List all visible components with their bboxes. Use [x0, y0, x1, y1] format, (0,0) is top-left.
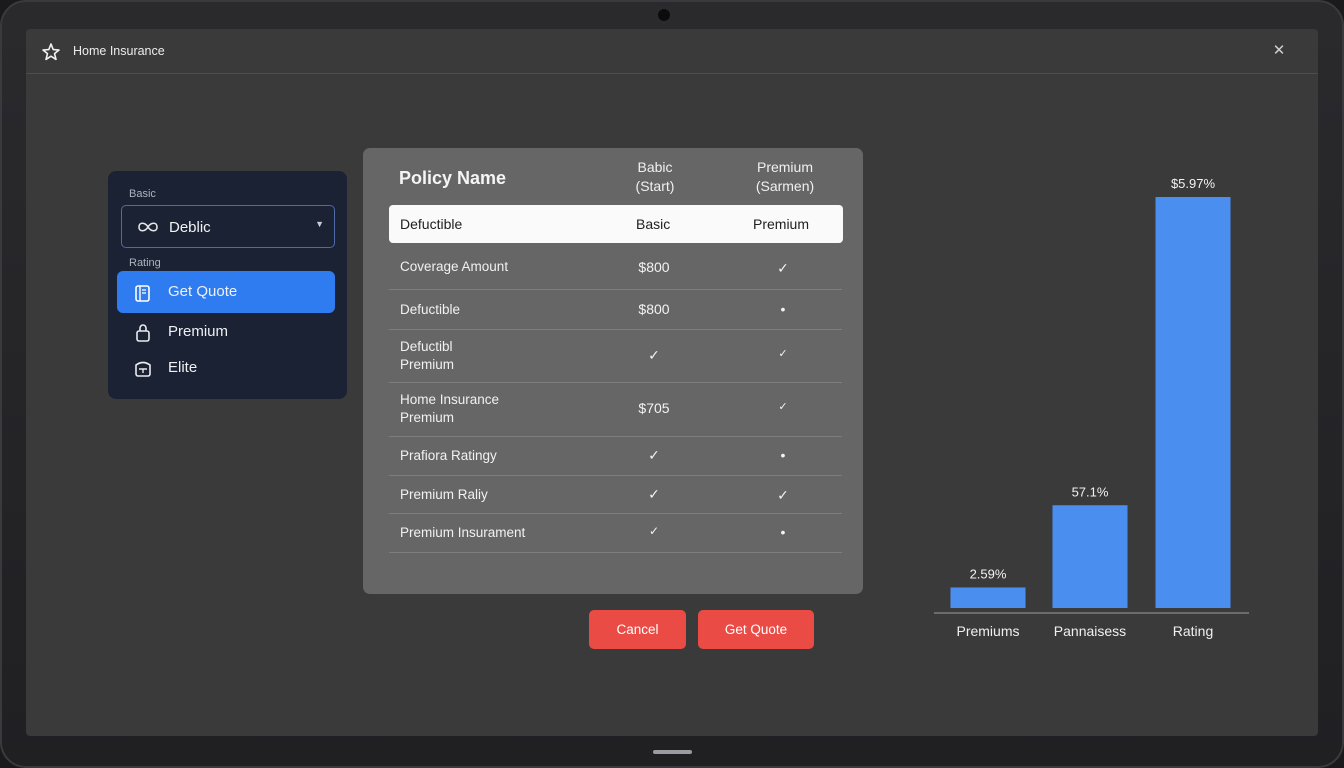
check-icon: ✓: [777, 260, 789, 276]
document-icon: [133, 283, 153, 303]
get-quote-button[interactable]: Get Quote: [698, 610, 814, 649]
table-row[interactable]: Prafiora Ratingy ✓ •: [389, 437, 842, 476]
data-label: 57.1%: [1072, 484, 1109, 499]
header-basic-title: Babic: [637, 159, 673, 175]
policy-comparison-table: Policy Name Babic (Start) Premium (Sarme…: [363, 148, 863, 594]
table-row-highlighted[interactable]: Defuctible Basic Premium: [389, 205, 843, 243]
header-basic: Babic (Start): [590, 158, 720, 196]
dot-icon: •: [780, 447, 786, 463]
row-name: Prafiora Ratingy: [400, 448, 497, 463]
header-premium-title: Premium: [756, 159, 813, 175]
window-title: Home Insurance: [73, 44, 165, 58]
menu-item-elite[interactable]: Elite: [117, 347, 335, 389]
infinity-icon: [136, 219, 160, 235]
close-icon[interactable]: ✕: [1269, 41, 1289, 61]
chart-bar: [950, 587, 1026, 608]
table-row[interactable]: Defuctible $800 •: [389, 290, 842, 330]
row-basic-value: $705: [638, 400, 670, 416]
row-name: Defuctible: [400, 216, 463, 232]
section-label: Basic: [129, 188, 156, 200]
row-basic-value: Basic: [636, 216, 671, 232]
dropdown-value: Deblic: [169, 219, 211, 236]
row-name: Premium Insurament: [400, 525, 526, 540]
header-basic-subtitle: (Start): [635, 178, 675, 194]
check-icon: ✓: [777, 487, 789, 503]
title-bar: Home Insurance ✕: [26, 29, 1318, 74]
dot-icon: •: [780, 301, 786, 317]
check-icon: ✓: [648, 347, 660, 363]
header-premium-subtitle: (Sarmen): [755, 178, 815, 194]
row-name: Coverage Amount: [400, 259, 509, 274]
header-premium: Premium (Sarmen): [720, 158, 850, 196]
shield-icon: [133, 359, 153, 379]
check-icon: ✓: [778, 348, 788, 360]
check-icon: ✓: [648, 524, 660, 538]
premium-bar-chart: 2.59% Premiums 57.1% Pannaisess $5.97% Rating: [934, 176, 1249, 639]
data-label: $5.97%: [1171, 176, 1216, 191]
row-name: Premium Raliy: [400, 487, 488, 502]
chart-bar: [1155, 197, 1231, 608]
menu-item-get-quote[interactable]: Get Quote: [117, 271, 335, 313]
camera: [655, 6, 673, 24]
rating-label: Rating: [129, 257, 161, 269]
category-label: Premiums: [956, 623, 1019, 639]
check-icon: ✓: [648, 486, 660, 502]
chevron-down-icon: ▼: [315, 219, 324, 229]
menu-item-label: Elite: [168, 359, 198, 376]
row-name-line2: Premium: [400, 357, 455, 372]
lock-icon: [133, 323, 153, 343]
row-name: Defuctibl Premium: [400, 338, 454, 374]
category-label: Pannaisess: [1054, 623, 1126, 639]
menu-item-label: Get Quote: [168, 283, 238, 300]
chart-bar: [1052, 505, 1128, 608]
table-row[interactable]: Defuctibl Premium ✓ ✓: [389, 330, 842, 383]
row-name: Home Insurance Premium: [400, 391, 499, 427]
row-basic-value: $800: [638, 301, 670, 317]
table-row[interactable]: Coverage Amount $800 ✓: [389, 248, 842, 290]
table-row[interactable]: Premium Raliy ✓ ✓: [389, 476, 842, 514]
menu-item-label: Premium: [168, 323, 229, 340]
plan-dropdown[interactable]: Deblic ▼: [121, 205, 335, 248]
app-screen: Home Insurance ✕ Basic Deblic ▼ Rating G…: [26, 29, 1318, 736]
row-premium-value: Premium: [753, 216, 810, 232]
row-name: Defuctible: [400, 302, 461, 317]
table-row[interactable]: Home Insurance Premium $705 ✓: [389, 383, 842, 437]
dot-icon: •: [780, 524, 786, 540]
category-label: Rating: [1173, 623, 1213, 639]
plan-selector-panel: Basic Deblic ▼ Rating Get Quote Premium …: [108, 171, 347, 399]
row-name-line1: Home Insurance: [400, 392, 500, 407]
row-name-line2: Premium: [400, 410, 455, 425]
row-basic-value: $800: [638, 259, 670, 275]
check-icon: ✓: [648, 447, 660, 463]
header-policy-name: Policy Name: [399, 168, 507, 188]
star-icon: [40, 41, 62, 63]
data-label: 2.59%: [970, 566, 1007, 581]
check-icon: ✓: [778, 401, 788, 413]
table-row[interactable]: Premium Insurament ✓ •: [389, 514, 842, 553]
row-name-line1: Defuctibl: [400, 339, 453, 354]
cancel-button[interactable]: Cancel: [589, 610, 686, 649]
home-indicator: [653, 750, 692, 754]
